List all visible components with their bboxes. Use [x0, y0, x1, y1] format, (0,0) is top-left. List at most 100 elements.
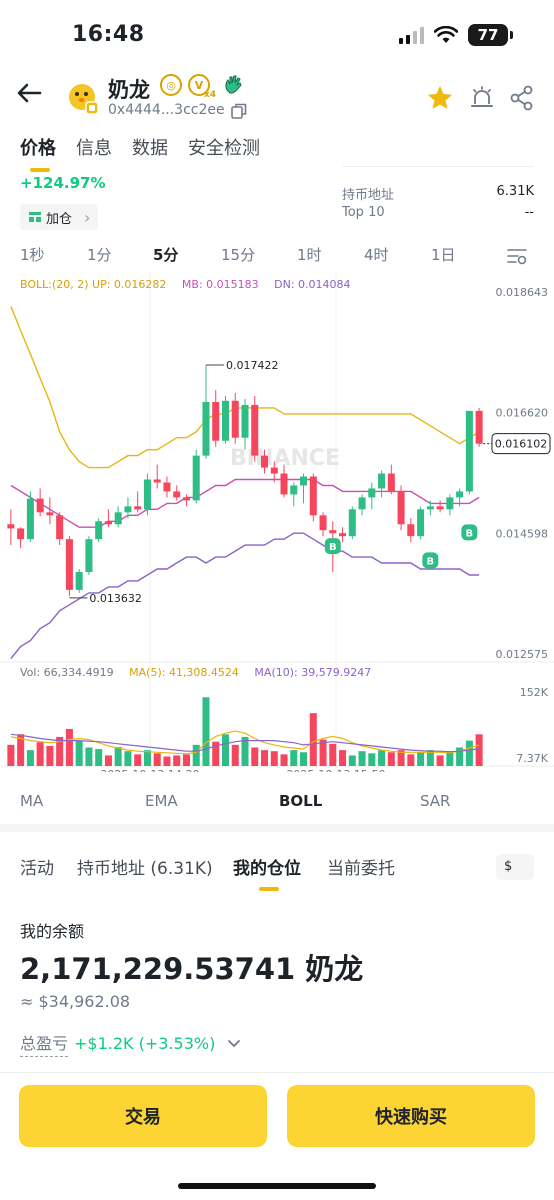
candle-body — [446, 497, 454, 510]
candle-body — [387, 473, 395, 492]
hand-wave-icon[interactable] — [222, 74, 244, 96]
tab-activity[interactable]: 活动 — [20, 854, 54, 879]
pnl-row[interactable]: 总盈亏 +$1.2K (+3.53%) — [20, 1030, 241, 1057]
volume-bar — [26, 750, 34, 766]
candle-body — [358, 497, 366, 510]
tab-holders[interactable]: 持币地址 (6.31K) — [77, 854, 213, 879]
interval-tabs: 1秒 1分 5分 15分 1时 4时 1日 — [0, 244, 554, 270]
candle-body — [251, 404, 259, 456]
candle-body — [153, 479, 161, 483]
volume-bar — [368, 753, 376, 766]
price-axis-label-3: 0.012575 — [496, 648, 549, 661]
stats-divider — [342, 166, 534, 174]
buy-marker-label: B — [466, 528, 474, 539]
top10-value: -- — [524, 205, 534, 220]
volume-bar — [202, 697, 210, 766]
volume-bar — [436, 755, 444, 766]
volume-bar — [417, 752, 425, 766]
interval-1m[interactable]: 1分 — [87, 244, 112, 265]
boll-mb-legend: MB: 0.015183 — [181, 278, 259, 291]
currency-toggle[interactable]: $ — [496, 854, 534, 880]
copy-icon[interactable] — [230, 102, 248, 120]
add-position-icon — [29, 212, 41, 222]
volume-bar — [85, 747, 93, 766]
tab-my-position[interactable]: 我的仓位 — [233, 854, 301, 891]
interval-1h[interactable]: 1时 — [297, 244, 322, 265]
candle-body — [192, 455, 200, 501]
top10-label: Top 10 — [342, 205, 385, 220]
chart-settings-icon[interactable] — [506, 246, 528, 266]
candle-body — [329, 530, 337, 534]
candle-body — [7, 524, 15, 529]
indicator-ema[interactable]: EMA — [145, 792, 178, 810]
token-badges: ◎ Vx4 — [160, 74, 244, 100]
balance-usd: ≈ $34,962.08 — [20, 992, 131, 1011]
candle-body — [212, 401, 220, 441]
volume-axis-max: 152K — [520, 686, 549, 699]
holders-value: 6.31K — [496, 184, 534, 199]
boll-middle-line — [10, 478, 480, 528]
candle-body — [26, 498, 34, 540]
volume-bar — [358, 751, 366, 766]
volume-bar — [163, 756, 171, 766]
boll-lower-line — [10, 532, 480, 659]
star-icon[interactable] — [426, 84, 454, 112]
volume-bar — [36, 742, 44, 766]
quick-buy-button[interactable]: 快速购买 — [287, 1085, 535, 1147]
pnl-value: +$1.2K (+3.53%) — [74, 1034, 216, 1053]
add-position-button[interactable]: 加仓 › — [20, 204, 99, 230]
candle-body — [465, 410, 473, 492]
back-arrow-icon[interactable] — [14, 78, 44, 108]
candle-body — [319, 515, 327, 531]
volume-bar — [46, 745, 54, 766]
candle-body — [348, 509, 356, 537]
volume-bar — [192, 744, 200, 766]
candle-body — [378, 473, 386, 489]
interval-15m[interactable]: 15分 — [221, 244, 255, 265]
volume-bar — [339, 750, 347, 766]
status-bar: 16:48 77 — [0, 0, 554, 68]
tab-price[interactable]: 价格 — [20, 134, 56, 172]
top10-row: Top 10 -- — [342, 205, 534, 220]
token-name: 奶龙 — [108, 78, 150, 102]
time-axis-label-1: 2025-10-13 15:50 — [286, 768, 385, 772]
volume-bar — [124, 751, 132, 766]
indicator-sar[interactable]: SAR — [420, 792, 450, 810]
candle-body — [85, 539, 93, 572]
indicator-ma[interactable]: MA — [20, 792, 43, 810]
candle-body — [65, 539, 73, 590]
badge-multiplier: x4 — [203, 90, 216, 100]
tab-open-orders[interactable]: 当前委托 — [327, 854, 395, 879]
section-divider — [0, 824, 554, 832]
tab-security-check[interactable]: 安全检测 — [188, 134, 260, 164]
candle-body — [270, 467, 278, 474]
candle-body — [143, 479, 151, 510]
interval-1s[interactable]: 1秒 — [20, 244, 45, 265]
tab-info[interactable]: 信息 — [76, 134, 112, 164]
volume-bar — [221, 734, 230, 766]
main-tabs: 价格 信息 数据 安全检测 — [0, 134, 554, 172]
interval-1d[interactable]: 1日 — [431, 244, 456, 265]
interval-4h[interactable]: 4时 — [364, 244, 389, 265]
alert-bell-icon[interactable] — [468, 84, 496, 112]
price-axis-label-2: 0.014598 — [496, 527, 549, 540]
volume-bar — [270, 751, 278, 766]
indicator-boll[interactable]: BOLL — [279, 792, 322, 810]
trade-button[interactable]: 交易 — [19, 1085, 267, 1147]
candle-body — [426, 506, 434, 510]
share-icon[interactable] — [508, 84, 536, 112]
volume-bar — [7, 744, 15, 766]
v-boost-badge-icon[interactable]: Vx4 — [188, 74, 216, 100]
verified-badge-icon[interactable]: ◎ — [160, 74, 182, 96]
candle-body — [456, 491, 464, 498]
volume-bar — [300, 752, 308, 766]
balance-amount: 2,171,229.53741 奶龙 — [20, 952, 364, 986]
candle-body — [182, 497, 190, 501]
price-chart[interactable]: BINANCE 0.018643 0.016620 0.014598 0.012575 0… — [0, 272, 554, 772]
interval-5m[interactable]: 5分 — [153, 244, 178, 265]
volume-bar — [387, 752, 395, 766]
volume-bar — [104, 755, 112, 766]
volume-bar — [75, 740, 83, 766]
tab-data[interactable]: 数据 — [132, 134, 168, 164]
candle-body — [300, 476, 308, 486]
